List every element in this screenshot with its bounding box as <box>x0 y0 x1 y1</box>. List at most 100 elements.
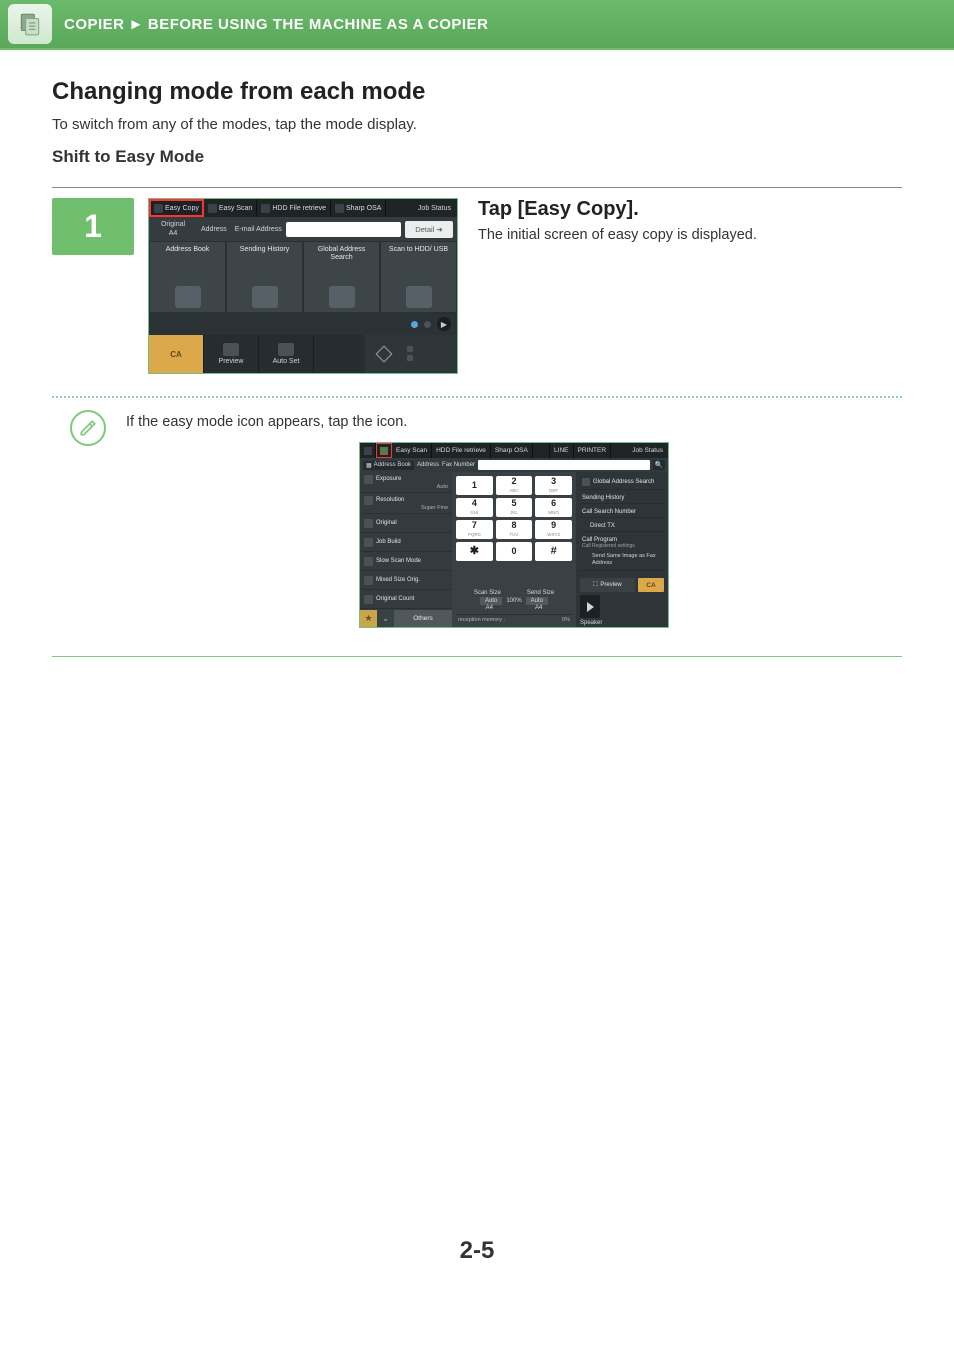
pager-next-icon[interactable]: ▶ <box>437 317 451 331</box>
global-address-search-item[interactable]: Global Address Search <box>580 475 664 490</box>
size-ratio: 100% <box>506 598 521 604</box>
send-same-image-item[interactable]: Send Same Image as Fax Address <box>580 552 664 571</box>
address-book-label: Address Book <box>166 246 210 254</box>
tab-easy-scan-b-label: Easy Scan <box>396 447 427 454</box>
favorite-button[interactable]: ★ <box>360 610 377 627</box>
pager-dot[interactable] <box>424 321 431 328</box>
step-1-text: Tap [Easy Copy]. The initial screen of e… <box>472 198 902 243</box>
scan-size-auto[interactable]: Auto <box>480 597 502 605</box>
resolution-label: Resolution <box>376 497 404 503</box>
tab-printer: PRINTER <box>574 443 612 458</box>
scan-size-value: A4 <box>486 605 493 611</box>
tab-easy-copy[interactable]: Easy Copy <box>149 199 204 217</box>
search-icon: 🔍 <box>655 461 664 469</box>
breadcrumb-page[interactable]: BEFORE USING THE MACHINE AS A COPIER <box>148 16 489 33</box>
tab-hdd-retrieve[interactable]: HDD File retrieve <box>257 199 331 217</box>
auto-set-icon <box>278 343 294 356</box>
sending-history-icon <box>252 286 278 308</box>
globe-icon-b <box>582 478 590 486</box>
global-address-search-button[interactable]: Global Address Search <box>303 241 380 313</box>
mixed-size-icon <box>364 576 373 585</box>
scroll-down-button[interactable]: ⌄ <box>377 610 394 627</box>
send-size-label: Send Size <box>527 590 554 596</box>
tab-sharp-osa[interactable]: Sharp OSA <box>331 199 386 217</box>
sending-history-item[interactable]: Sending History <box>580 493 664 504</box>
tab-hdd-b[interactable]: HDD File retrieve <box>432 443 491 458</box>
original-count-item[interactable]: Original Count <box>360 590 452 609</box>
preview-button[interactable]: Preview <box>204 335 259 373</box>
key-7[interactable]: 7PQRS <box>456 520 493 539</box>
global-address-search-label: Global Address Search <box>306 246 377 262</box>
breadcrumb: COPIER►BEFORE USING THE MACHINE AS A COP… <box>64 16 488 33</box>
key-0[interactable]: 0 <box>496 542 533 561</box>
others-button[interactable]: Others <box>394 610 452 627</box>
auto-set-button[interactable]: Auto Set <box>259 335 314 373</box>
slow-scan-item[interactable]: Slow Scan Mode <box>360 552 452 571</box>
job-status-button[interactable]: Job Status <box>412 199 457 217</box>
color-start-label[interactable] <box>407 355 415 362</box>
start-button[interactable] <box>580 595 600 618</box>
section-rule-top <box>52 187 902 188</box>
job-status-b-label: Job Status <box>632 447 663 454</box>
hdd-usb-icon <box>406 286 432 308</box>
slow-scan-label: Slow Scan Mode <box>376 558 421 564</box>
direct-tx-item[interactable]: Direct TX <box>580 521 664 532</box>
key-4[interactable]: 4GHI <box>456 498 493 517</box>
original-item[interactable]: Original <box>360 514 452 533</box>
sending-history-label: Sending History <box>240 246 289 254</box>
address-book-toggle-label: Address Book <box>374 462 411 468</box>
copier-section-icon <box>8 4 52 44</box>
key-8[interactable]: 8TUV <box>496 520 533 539</box>
call-program-item[interactable]: Call ProgramCall Registered settings <box>580 535 664 549</box>
job-status-b[interactable]: Job Status <box>627 443 668 458</box>
address-book-toggle[interactable]: ▦Address Book <box>363 461 414 470</box>
start-buttons[interactable] <box>403 335 457 373</box>
sending-history-button[interactable]: Sending History <box>226 241 303 313</box>
address-book-button[interactable]: Address Book <box>149 241 226 313</box>
tab-sharp-osa-b-label: Sharp OSA <box>495 447 528 454</box>
key-9[interactable]: 9WXYZ <box>535 520 572 539</box>
exposure-item[interactable]: ExposureAuto <box>360 472 452 493</box>
resolution-value: Super Fine <box>421 505 448 511</box>
preview-label: Preview <box>219 358 244 365</box>
key-1[interactable]: 1 <box>456 476 493 495</box>
pager-dot-active[interactable] <box>411 321 418 328</box>
ca-button-b[interactable]: CA <box>638 578 664 592</box>
sending-history-label-b: Sending History <box>582 495 624 501</box>
search-button[interactable]: 🔍 <box>653 460 665 470</box>
key-hash[interactable]: # <box>535 542 572 561</box>
mixed-size-item[interactable]: Mixed Size Orig. <box>360 571 452 590</box>
tab-easy-scan[interactable]: Easy Scan <box>204 199 257 217</box>
step-1-title: Tap [Easy Copy]. <box>478 198 902 221</box>
diamond-icon <box>376 346 393 363</box>
right-panel: Global Address Search Sending History Ca… <box>576 472 668 627</box>
page-heading: Changing mode from each mode <box>52 78 902 106</box>
bw-start-label[interactable] <box>407 346 415 353</box>
detail-button[interactable]: Detail ➔ <box>405 221 453 238</box>
key-3[interactable]: 3DEF <box>535 476 572 495</box>
resolution-item[interactable]: Resolution Super Fine <box>360 493 452 514</box>
tab-easy-scan-b[interactable]: Easy Scan <box>392 443 432 458</box>
job-build-item[interactable]: Job Build <box>360 533 452 552</box>
left-panel: ExposureAuto Resolution Super Fine Origin… <box>360 472 452 627</box>
ca-button[interactable]: CA <box>149 335 204 373</box>
email-address-field[interactable] <box>286 222 401 237</box>
key-6[interactable]: 6MNO <box>535 498 572 517</box>
auto-set-label: Auto Set <box>273 358 300 365</box>
call-program-sublabel: Call Registered settings <box>582 543 662 549</box>
scan-to-hdd-usb-button[interactable]: Scan to HDD/ USB <box>380 241 457 313</box>
home-tab[interactable] <box>360 443 376 458</box>
screenshot-normal-mode: Easy Scan HDD File retrieve Sharp OSA LI… <box>359 442 669 628</box>
preview-button-b[interactable]: ⛶Preview <box>580 578 635 592</box>
breadcrumb-section[interactable]: COPIER <box>64 16 125 33</box>
tab-sharp-osa-b[interactable]: Sharp OSA <box>491 443 533 458</box>
call-search-number-item[interactable]: Call Search Number <box>580 507 664 518</box>
easy-mode-tab[interactable] <box>376 443 392 458</box>
exposure-label: Exposure <box>376 476 401 482</box>
key-5[interactable]: 5JKL <box>496 498 533 517</box>
key-star[interactable]: ✱ <box>456 542 493 561</box>
send-size-auto[interactable]: Auto <box>526 597 548 605</box>
speaker-label[interactable]: Speaker <box>580 620 602 626</box>
fax-number-field[interactable] <box>478 460 650 470</box>
key-2[interactable]: 2ABC <box>496 476 533 495</box>
